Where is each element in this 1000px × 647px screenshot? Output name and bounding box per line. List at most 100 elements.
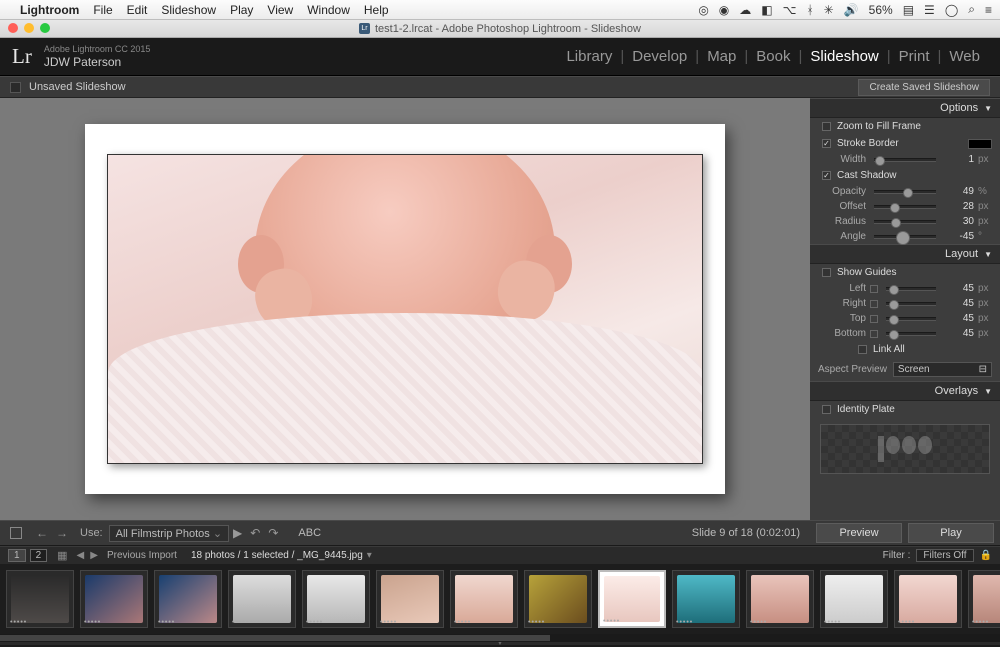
filmstrip-thumb[interactable]: ••••• [820,570,888,628]
identity-plate-preview[interactable] [820,424,990,474]
filmstrip-thumb[interactable]: ••••• [154,570,222,628]
rotate-cw-icon[interactable]: ↷ [268,526,278,540]
right-slider[interactable] [886,302,936,306]
close-window-button[interactable] [8,23,18,33]
bluetooth-icon[interactable]: ᚼ [806,3,813,17]
nav-forward-icon[interactable]: ▶ [90,550,98,561]
menu-help[interactable]: Help [364,3,389,17]
rotate-ccw-icon[interactable]: ↶ [250,526,260,540]
module-slideshow[interactable]: Slideshow [802,48,886,65]
status-icon[interactable]: ⌥ [783,3,797,17]
nav-back-icon[interactable]: ◀ [77,550,85,561]
filmstrip-scrollbar[interactable] [0,634,1000,642]
next-slide-button[interactable]: → [56,526,68,540]
text-overlay-button[interactable]: ABC [298,527,321,539]
zoom-to-fill-checkbox[interactable] [822,122,831,131]
filmstrip-thumb[interactable]: ••••• [228,570,296,628]
status-icon[interactable]: ◉ [719,3,729,17]
module-book[interactable]: Book [748,48,798,65]
play-button[interactable]: Play [908,523,994,543]
module-print[interactable]: Print [891,48,938,65]
volume-icon[interactable]: 🔊 [844,3,859,17]
module-develop[interactable]: Develop [624,48,695,65]
stroke-color-swatch[interactable] [968,139,992,149]
filmstrip-collapse-handle[interactable]: ▼ [0,642,1000,645]
angle-slider[interactable] [874,235,936,239]
width-slider[interactable] [874,158,936,162]
opacity-value[interactable]: 49 [944,186,974,197]
create-saved-slideshow-button[interactable]: Create Saved Slideshow [858,79,990,96]
filmstrip-thumb[interactable]: ••••• [598,570,666,628]
grid-view-icon[interactable]: ▦ [57,549,67,562]
options-panel-header[interactable]: Options▼ [810,98,1000,118]
battery-icon[interactable]: ▤ [903,3,914,17]
filmstrip-thumb[interactable]: ••••• [6,570,74,628]
filter-lock-icon[interactable]: 🔒 [980,550,992,561]
source-label[interactable]: Previous Import [107,550,177,561]
menu-view[interactable]: View [267,3,293,17]
prev-slide-button[interactable]: ← [36,526,48,540]
left-slider[interactable] [886,287,936,291]
filmstrip-thumb[interactable]: ••••• [672,570,740,628]
spotlight-icon[interactable]: ⌕ [968,2,975,17]
right-value[interactable]: 45 [944,298,974,309]
filmstrip-thumb[interactable]: ••••• [894,570,962,628]
link-all-checkbox[interactable] [858,345,867,354]
monitor-2-button[interactable]: 2 [30,549,48,562]
status-icon[interactable]: ◎ [698,3,708,17]
slide-canvas[interactable] [0,98,810,520]
source-select[interactable]: All Filmstrip Photos ⌄ [109,525,229,542]
left-link-checkbox[interactable] [870,285,878,293]
opacity-slider[interactable] [874,190,936,194]
menu-slideshow[interactable]: Slideshow [161,3,216,17]
menu-file[interactable]: File [93,3,112,17]
filter-select[interactable]: Filters Off [916,549,973,562]
right-link-checkbox[interactable] [870,300,878,308]
width-value[interactable]: 1 [944,154,974,165]
bottom-link-checkbox[interactable] [870,330,878,338]
layout-panel-header[interactable]: Layout▼ [810,244,1000,264]
filmstrip[interactable]: ••••••••••••••••••••••••••••••••••••••••… [0,564,1000,634]
module-web[interactable]: Web [941,48,988,65]
wifi-icon[interactable]: ✳ [824,3,834,17]
filmstrip-thumb[interactable]: ••••• [746,570,814,628]
menu-edit[interactable]: Edit [127,3,148,17]
left-value[interactable]: 45 [944,283,974,294]
bottom-value[interactable]: 45 [944,328,974,339]
menu-play[interactable]: Play [230,3,253,17]
status-icon[interactable]: ◧ [761,3,772,17]
minimize-window-button[interactable] [24,23,34,33]
saved-checkbox[interactable] [10,82,21,93]
preview-button[interactable]: Preview [816,523,902,543]
clock-icon[interactable]: ◯ [945,3,958,17]
top-link-checkbox[interactable] [870,315,878,323]
notification-center-icon[interactable]: ≡ [985,3,992,17]
play-preview-button[interactable]: ▶ [233,526,242,540]
show-guides-checkbox[interactable] [822,268,831,277]
app-name[interactable]: Lightroom [20,3,79,17]
filmstrip-thumb[interactable]: ••••• [968,570,1000,628]
filmstrip-thumb[interactable]: ••••• [524,570,592,628]
module-library[interactable]: Library [558,48,620,65]
angle-value[interactable]: -45 [944,231,974,242]
radius-slider[interactable] [874,220,936,224]
overlays-panel-header[interactable]: Overlays▼ [810,381,1000,401]
aspect-preview-select[interactable]: Screen⊟ [893,362,992,377]
filmstrip-thumb[interactable]: ••••• [450,570,518,628]
cast-shadow-checkbox[interactable] [822,171,831,180]
module-map[interactable]: Map [699,48,744,65]
offset-slider[interactable] [874,205,936,209]
filmstrip-thumb[interactable]: ••••• [302,570,370,628]
top-value[interactable]: 45 [944,313,974,324]
input-menu-icon[interactable]: ☰ [924,3,935,17]
filmstrip-thumb[interactable]: ••••• [80,570,148,628]
battery-percent[interactable]: 56% [869,3,893,17]
top-slider[interactable] [886,317,936,321]
filmstrip-thumb[interactable]: ••••• [376,570,444,628]
radius-value[interactable]: 30 [944,216,974,227]
zoom-window-button[interactable] [40,23,50,33]
stop-button[interactable] [10,527,22,539]
offset-value[interactable]: 28 [944,201,974,212]
monitor-1-button[interactable]: 1 [8,549,26,562]
cloud-icon[interactable]: ☁ [739,3,751,17]
